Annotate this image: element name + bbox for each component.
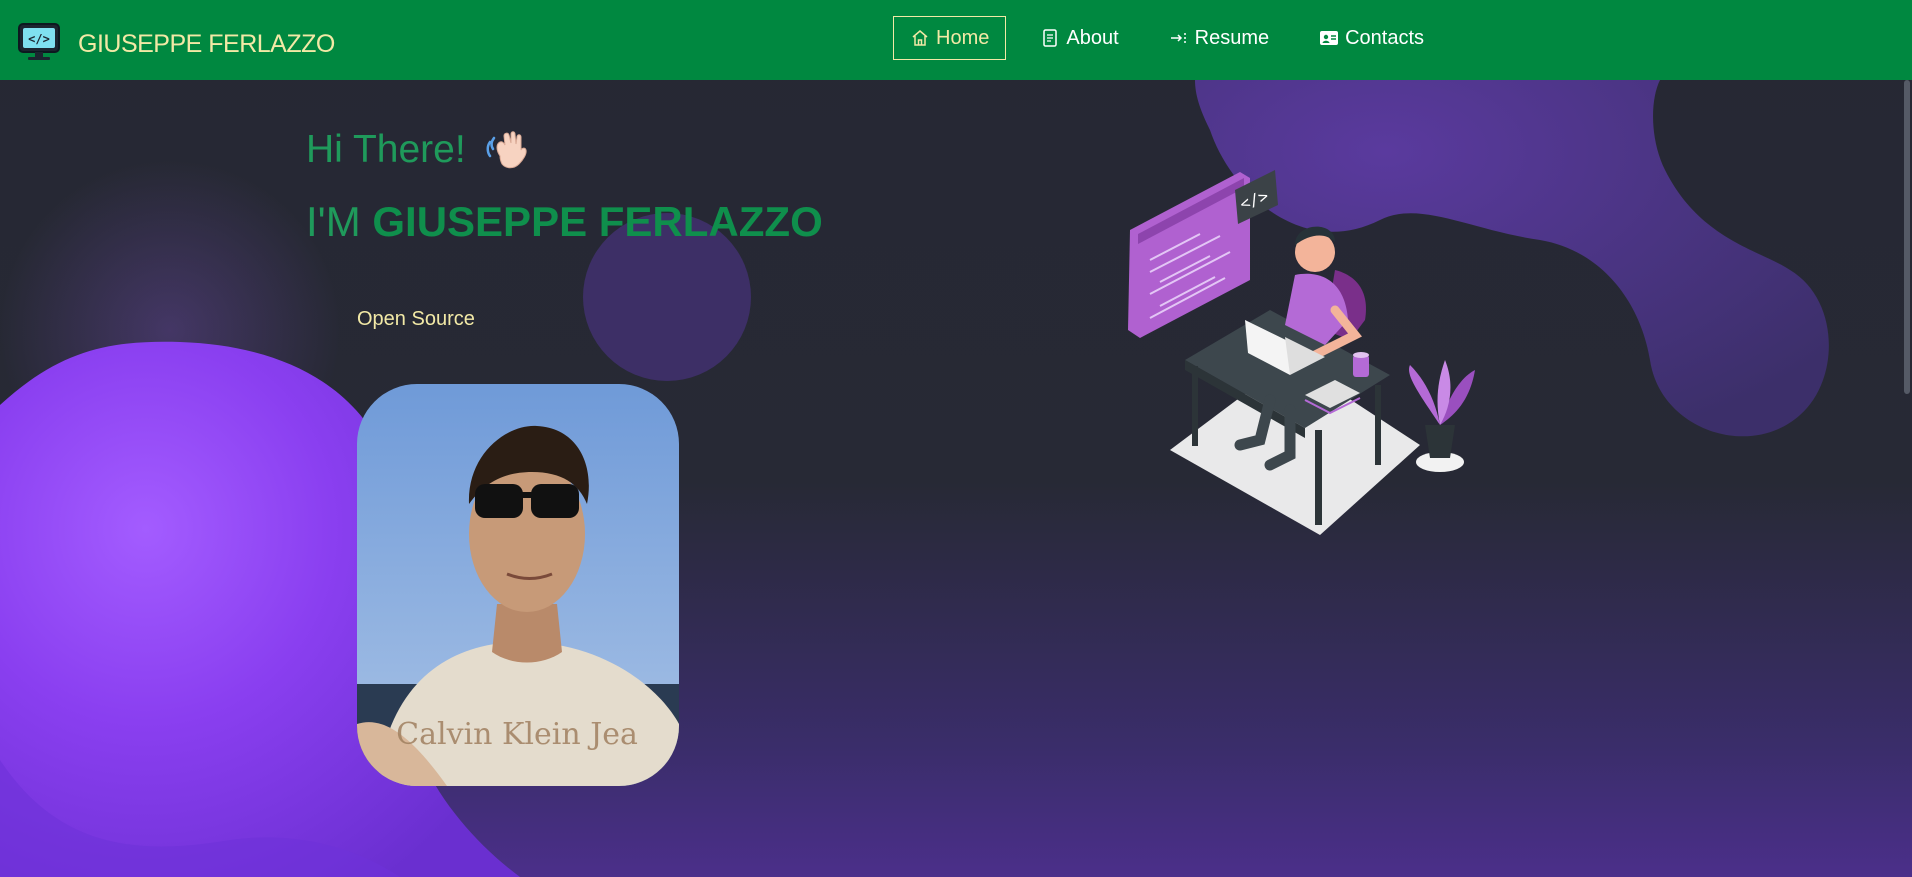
background-blobs [0, 80, 1829, 877]
page-scrollbar[interactable] [1902, 80, 1912, 877]
intro-heading: I'M GIUSEPPE FERLAZZO [306, 198, 823, 246]
nav-about-label: About [1066, 26, 1119, 49]
home-icon [910, 28, 930, 48]
brand-name: GIUSEPPE FERLAZZO [78, 29, 335, 58]
greeting-heading: Hi There! [306, 128, 530, 172]
svg-text:</>: </> [28, 32, 50, 46]
hero-name: GIUSEPPE FERLAZZO [372, 198, 823, 245]
intro-prefix: I'M [306, 198, 361, 245]
nav-resume[interactable]: Resume [1153, 16, 1285, 60]
nav-contacts[interactable]: Contacts [1303, 16, 1440, 60]
arrow-right-icon [1169, 28, 1189, 48]
nav-resume-label: Resume [1194, 26, 1270, 49]
top-navbar: </> GIUSEPPE FERLAZZO Home About Resume [0, 0, 1912, 80]
page-background [0, 0, 1912, 877]
code-monitor-icon: </> [18, 22, 60, 62]
nav-contacts-label: Contacts [1345, 26, 1425, 49]
typed-role-text: Open Source [357, 308, 475, 330]
brand[interactable]: </> GIUSEPPE FERLAZZO [18, 23, 335, 62]
nav-home-label: Home [936, 26, 990, 49]
nav-about[interactable]: About [1024, 16, 1134, 60]
waving-hand-icon [484, 128, 530, 172]
greeting-text: Hi There! [306, 128, 466, 171]
nav-home[interactable]: Home [893, 16, 1007, 60]
main-nav: Home About Resume Contacts [893, 16, 1458, 60]
contact-card-icon [1319, 28, 1339, 48]
scrollbar-thumb[interactable] [1904, 80, 1910, 394]
document-icon [1040, 28, 1060, 48]
svg-text:Calvin Klein Jea: Calvin Klein Jea [396, 717, 638, 752]
developer-desk-illustration: </> [1120, 160, 1480, 540]
profile-photo: Calvin Klein Jea [357, 384, 679, 786]
